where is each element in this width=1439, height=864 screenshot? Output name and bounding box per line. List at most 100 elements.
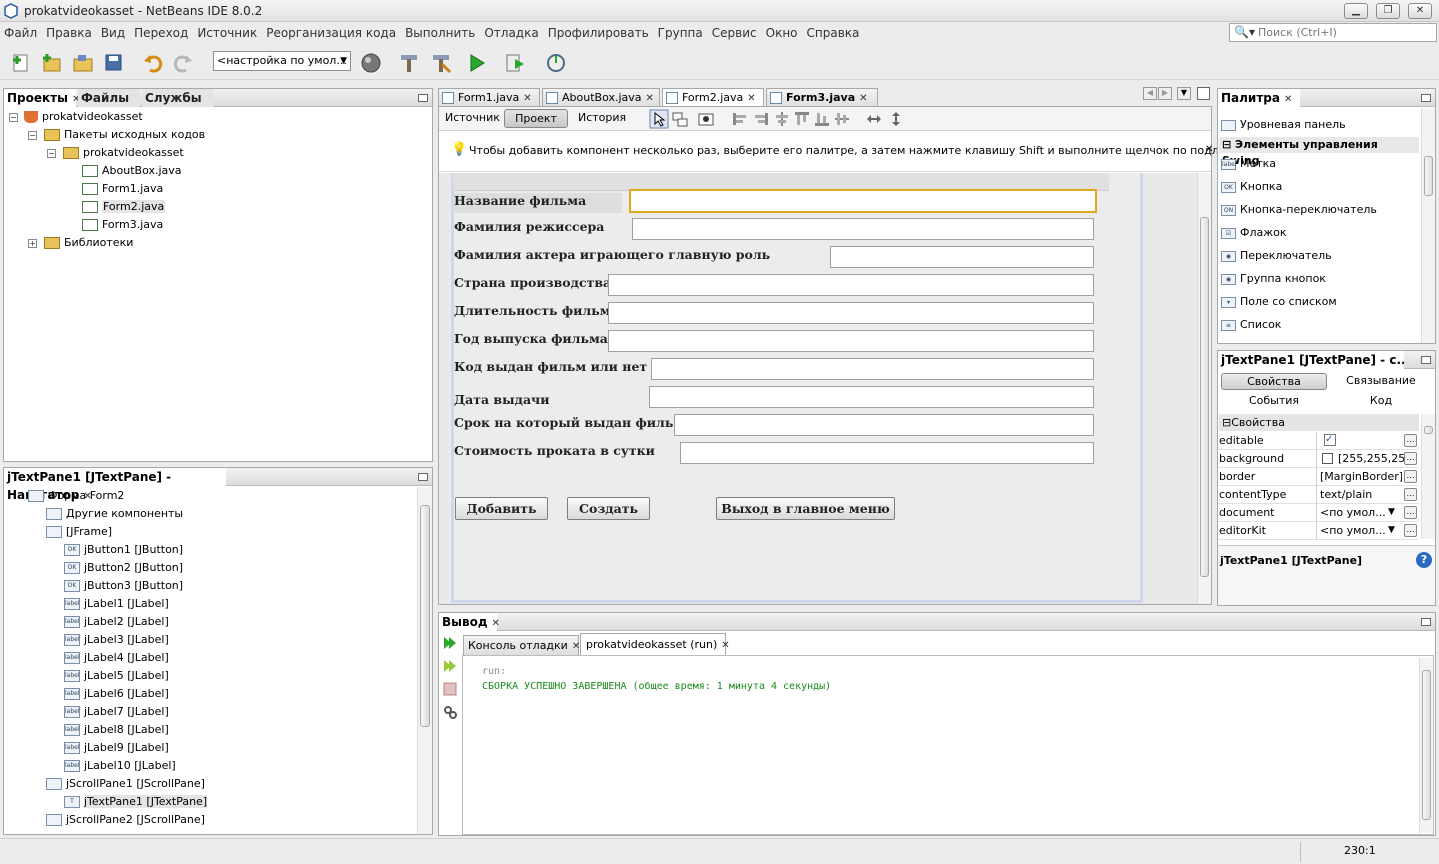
property-value[interactable]: [MarginBorder]	[1320, 468, 1402, 485]
close-icon[interactable]: ✕	[572, 641, 580, 652]
collapse-toggle[interactable]: −	[47, 149, 56, 158]
edit-property-button[interactable]: …	[1404, 470, 1417, 483]
close-icon[interactable]: ✕	[1284, 94, 1292, 105]
redo-icon[interactable]	[172, 52, 194, 74]
navigator-item[interactable]: label jLabel5 [JLabel]	[64, 668, 169, 684]
tree-item-form1[interactable]: Form1.java	[82, 181, 163, 197]
color-swatch[interactable]	[1322, 453, 1333, 464]
resize-vertical-icon[interactable]	[887, 110, 905, 128]
rerun-with-params-icon[interactable]	[442, 658, 458, 674]
tree-item-form3[interactable]: Form3.java	[82, 217, 163, 233]
menu-item[interactable]: Правка	[46, 22, 92, 44]
label-country[interactable]: Страна производства	[454, 275, 611, 290]
prop-tab-events[interactable]: События	[1221, 394, 1327, 407]
issue-date-field[interactable]	[649, 386, 1094, 408]
scroll-thumb[interactable]	[1424, 426, 1433, 434]
align-bottom-icon[interactable]	[813, 110, 831, 128]
palette-list[interactable]: ≡ Список	[1221, 317, 1281, 333]
menu-item[interactable]: Выполнить	[405, 22, 475, 44]
tab-services[interactable]: Службы	[142, 89, 214, 107]
navigator-item[interactable]: TjTextPane1 [JTextPane]	[64, 794, 208, 810]
label-director[interactable]: Фамилия режиссера	[454, 219, 604, 234]
minimize-panel-button[interactable]	[418, 473, 428, 481]
price-field[interactable]	[680, 442, 1094, 464]
close-icon[interactable]: ✕	[747, 93, 755, 104]
menu-item[interactable]: Вид	[101, 22, 125, 44]
property-value[interactable]: [255,255,255]	[1338, 450, 1404, 467]
connection-mode-icon[interactable]	[671, 110, 689, 128]
property-row[interactable]: document <по умол... ▼…	[1218, 504, 1418, 522]
property-row[interactable]: border [MarginBorder]…	[1218, 468, 1418, 486]
navigator-item[interactable]: OK jButton2 [JButton]	[64, 560, 183, 576]
align-top-icon[interactable]	[793, 110, 811, 128]
tab-run-output[interactable]: prokatvideokasset (run) ✕	[580, 633, 730, 655]
create-button[interactable]: Создать	[567, 497, 650, 520]
menu-item[interactable]: Группа	[658, 22, 703, 44]
save-all-icon[interactable]	[103, 52, 125, 74]
close-icon[interactable]: ✕	[721, 640, 729, 651]
new-project-icon[interactable]	[41, 52, 63, 74]
navigator-item[interactable]: OK jButton3 [JButton]	[64, 578, 183, 594]
tab-palette[interactable]: Палитра ✕	[1218, 89, 1300, 107]
navigator-item[interactable]: label jLabel7 [JLabel]	[64, 704, 169, 720]
tab-form3[interactable]: Form3.java ✕	[766, 88, 878, 107]
edit-property-button[interactable]: …	[1404, 488, 1417, 501]
label-term[interactable]: Срок на который выдан фильм	[454, 415, 684, 430]
label-title[interactable]: Название фильма	[454, 193, 622, 213]
profile-icon[interactable]	[545, 52, 567, 74]
build-hammer-icon[interactable]	[398, 52, 420, 74]
editor-vscrollbar[interactable]	[1197, 173, 1211, 604]
label-code[interactable]: Код выдан фильм или нет	[454, 359, 647, 374]
search-input[interactable]: 🔍▾ Поиск (Ctrl+I)	[1229, 23, 1437, 42]
open-project-icon[interactable]	[72, 52, 94, 74]
tree-item-source-packages[interactable]: Пакеты исходных кодов	[44, 127, 205, 143]
stop-icon[interactable]	[442, 681, 458, 697]
palette-label[interactable]: label Метка	[1221, 156, 1276, 172]
menu-item[interactable]: Отладка	[484, 22, 538, 44]
palette-scrollbar[interactable]	[1421, 108, 1435, 343]
tab-files[interactable]: Файлы	[78, 89, 140, 107]
prop-tab-properties[interactable]: Свойства	[1221, 373, 1327, 390]
menu-item[interactable]: Профилировать	[548, 22, 649, 44]
scroll-thumb[interactable]	[1200, 217, 1209, 577]
tab-projects[interactable]: Проекты ✕	[4, 89, 80, 107]
edit-property-button[interactable]: …	[1404, 506, 1417, 519]
tree-item-package[interactable]: prokatvideokasset	[63, 145, 184, 161]
tab-navigator[interactable]: jTextPane1 [JTextPane] - Навигатор✕	[4, 468, 226, 502]
palette-category-swing[interactable]: ⊟ Элементы управления Swing	[1219, 137, 1419, 167]
label-issue-date[interactable]: Дата выдачи	[454, 392, 549, 407]
palette-toggle-button[interactable]: ON Кнопка-переключатель	[1221, 202, 1377, 218]
code-field[interactable]	[651, 358, 1094, 380]
center-horizontally-icon[interactable]	[773, 110, 791, 128]
tab-properties[interactable]: jTextPane1 [JTextPane] - с...✕	[1218, 351, 1404, 369]
config-select[interactable]: <настройка по умол... ▼	[213, 51, 351, 71]
label-actor[interactable]: Фамилия актера играющего главную роль	[454, 247, 770, 262]
country-field[interactable]	[608, 274, 1094, 296]
globe-icon[interactable]	[360, 52, 382, 74]
menu-item[interactable]: Окно	[766, 22, 798, 44]
palette-checkbox[interactable]: ☑ Флажок	[1221, 225, 1287, 241]
exit-menu-button[interactable]: Выход в главное меню	[716, 497, 895, 520]
tab-debug-console[interactable]: Консоль отладки ✕	[463, 635, 580, 655]
duration-field[interactable]	[608, 302, 1094, 324]
output-scrollbar[interactable]	[1419, 658, 1433, 833]
menu-item[interactable]: Сервис	[712, 22, 757, 44]
align-left-icon[interactable]	[731, 110, 749, 128]
chevron-down-icon[interactable]: ▼	[1388, 504, 1395, 521]
add-button[interactable]: Добавить	[455, 497, 548, 520]
edit-property-button[interactable]: …	[1404, 524, 1417, 537]
tree-item-project[interactable]: prokatvideokasset	[24, 109, 143, 125]
close-icon[interactable]: ✕	[646, 93, 654, 104]
navigator-item[interactable]: label jLabel6 [JLabel]	[64, 686, 169, 702]
settings-icon[interactable]	[442, 704, 458, 720]
property-row[interactable]: contentType text/plain…	[1218, 486, 1418, 504]
selection-mode-icon[interactable]	[649, 109, 669, 129]
navigator-item[interactable]: label jLabel3 [JLabel]	[64, 632, 169, 648]
minimize-button[interactable]: ▁	[1344, 3, 1368, 19]
close-icon[interactable]: ✕	[523, 93, 531, 104]
new-file-icon[interactable]	[10, 52, 32, 74]
undo-icon[interactable]	[142, 52, 164, 74]
label-year[interactable]: Год выпуска фильма	[454, 331, 608, 346]
director-field[interactable]	[632, 218, 1094, 240]
navigator-item[interactable]: Форма Form2	[28, 488, 124, 504]
